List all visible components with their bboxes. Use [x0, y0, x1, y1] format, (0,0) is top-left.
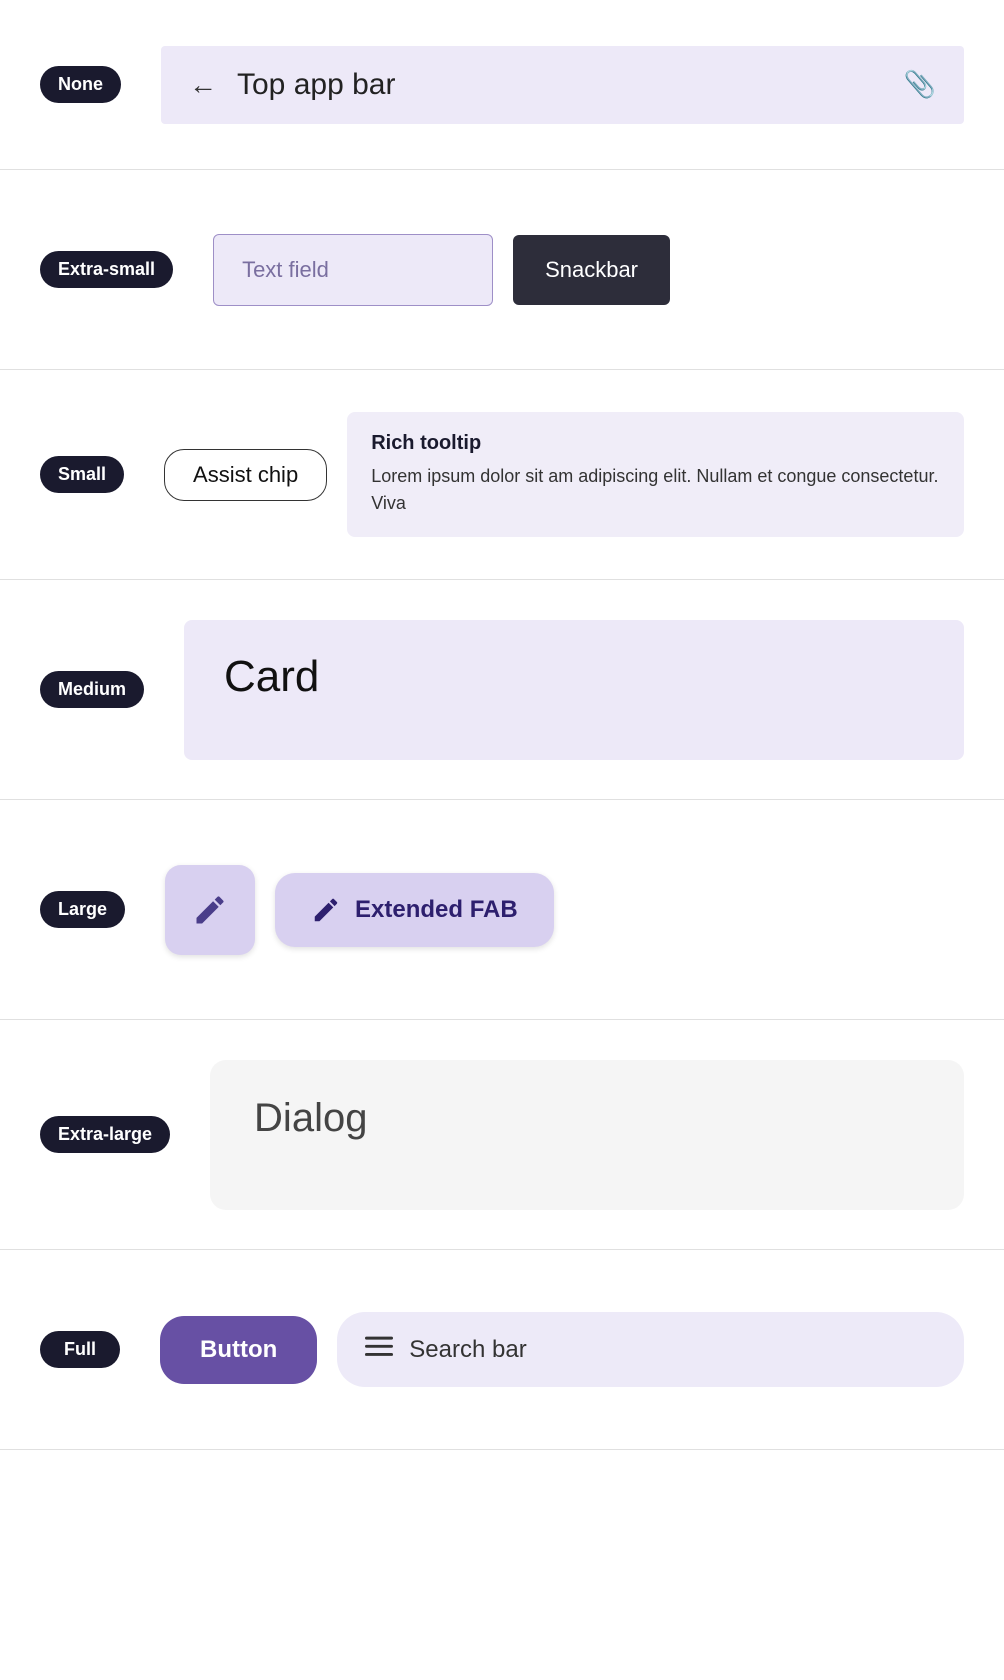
text-field[interactable]: Text field — [213, 234, 493, 306]
row-large: Large Extended FAB — [0, 800, 1004, 1020]
rich-tooltip-title: Rich tooltip — [371, 432, 940, 455]
label-none: None — [40, 66, 121, 103]
extended-fab-label: Extended FAB — [355, 896, 518, 924]
menu-icon[interactable] — [365, 1332, 393, 1367]
search-bar[interactable]: Search bar — [337, 1312, 964, 1387]
search-bar-placeholder: Search bar — [409, 1336, 526, 1364]
label-medium: Medium — [40, 671, 144, 708]
attach-icon[interactable]: 📎 — [904, 69, 936, 100]
content-large: Extended FAB — [165, 865, 964, 955]
row-extra-small: Extra-small Text field Snackbar — [0, 170, 1004, 370]
content-none: ← Top app bar 📎 — [161, 46, 964, 124]
row-medium: Medium Card — [0, 580, 1004, 800]
card[interactable]: Card — [184, 620, 964, 760]
dialog-title: Dialog — [254, 1096, 920, 1141]
row-none: None ← Top app bar 📎 — [0, 0, 1004, 170]
content-extra-large: Dialog — [210, 1060, 964, 1210]
label-full: Full — [40, 1331, 120, 1368]
assist-chip[interactable]: Assist chip — [164, 449, 327, 501]
snackbar: Snackbar — [513, 235, 670, 305]
top-app-bar[interactable]: ← Top app bar 📎 — [161, 46, 964, 124]
row-extra-large: Extra-large Dialog — [0, 1020, 1004, 1250]
dialog[interactable]: Dialog — [210, 1060, 964, 1210]
content-full: Button Search bar — [160, 1312, 964, 1387]
extended-fab-edit-icon — [311, 895, 341, 925]
top-app-bar-title: Top app bar — [237, 68, 884, 102]
content-medium: Card — [184, 620, 964, 760]
label-extra-large: Extra-large — [40, 1116, 170, 1153]
content-small: Assist chip Rich tooltip Lorem ipsum dol… — [164, 412, 964, 537]
label-extra-small: Extra-small — [40, 251, 173, 288]
label-small: Small — [40, 456, 124, 493]
extended-fab-button[interactable]: Extended FAB — [275, 873, 554, 947]
back-arrow-icon[interactable]: ← — [189, 69, 217, 101]
edit-icon — [192, 892, 228, 928]
content-extra-small: Text field Snackbar — [213, 234, 964, 306]
fab-button[interactable] — [165, 865, 255, 955]
label-large: Large — [40, 891, 125, 928]
card-title: Card — [224, 652, 924, 702]
row-small: Small Assist chip Rich tooltip Lorem ips… — [0, 370, 1004, 580]
rich-tooltip-text: Lorem ipsum dolor sit am adipiscing elit… — [371, 463, 940, 517]
filled-button[interactable]: Button — [160, 1316, 317, 1384]
rich-tooltip: Rich tooltip Lorem ipsum dolor sit am ad… — [347, 412, 964, 537]
row-full: Full Button Search bar — [0, 1250, 1004, 1450]
